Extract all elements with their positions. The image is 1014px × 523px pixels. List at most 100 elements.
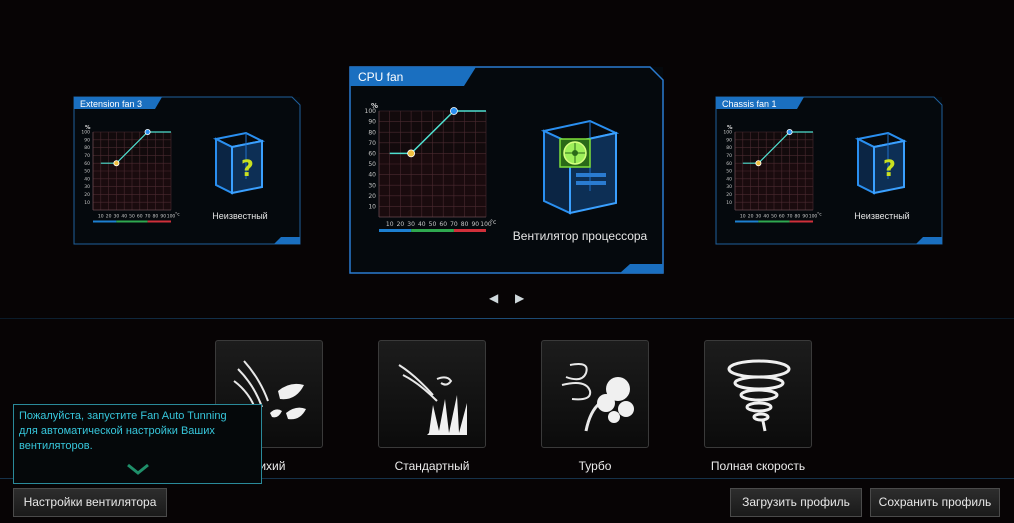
y-tick-label: 20 bbox=[368, 193, 376, 200]
x-tick-label: 70 bbox=[787, 214, 793, 220]
y-tick-label: 70 bbox=[726, 153, 732, 159]
x-tick-label: 30 bbox=[756, 214, 762, 220]
mode-full-speed-label: Полная скорость bbox=[710, 459, 806, 473]
y-tick-label: 70 bbox=[84, 153, 90, 159]
fan-settings-button[interactable]: Настройки вентилятора bbox=[13, 488, 167, 517]
card-title: Extension fan 3 bbox=[80, 99, 143, 109]
y-tick-label: 60 bbox=[84, 161, 90, 167]
temperature-bar-green bbox=[758, 220, 790, 223]
y-tick-label: 50 bbox=[726, 169, 732, 175]
mode-full-speed-button[interactable] bbox=[704, 340, 812, 448]
curve-handle-high[interactable] bbox=[786, 129, 793, 135]
y-tick-label: 40 bbox=[368, 172, 376, 179]
card-title: CPU fan bbox=[358, 70, 404, 84]
card-title: Chassis fan 1 bbox=[722, 99, 777, 109]
temperature-bar-red bbox=[453, 229, 486, 232]
temperature-bar-red bbox=[147, 220, 171, 223]
unknown-fan-icon: ? bbox=[206, 131, 268, 202]
x-tick-label: 90 bbox=[160, 214, 166, 220]
x-tick-label: 30 bbox=[407, 221, 415, 228]
curve-handle-low[interactable] bbox=[113, 160, 120, 167]
y-tick-label: 80 bbox=[726, 145, 732, 151]
x-unit-label: °c bbox=[817, 212, 822, 218]
chevron-down-icon[interactable] bbox=[126, 463, 150, 477]
temperature-bar-blue bbox=[379, 229, 412, 232]
load-profile-button[interactable]: Загрузить профиль bbox=[730, 488, 862, 517]
y-tick-label: 30 bbox=[368, 182, 376, 189]
x-tick-label: 40 bbox=[763, 214, 769, 220]
y-tick-label: 80 bbox=[368, 129, 376, 136]
fan-status-label: Неизвестный bbox=[854, 211, 910, 221]
y-tick-label: 20 bbox=[84, 192, 90, 198]
y-tick-label: 10 bbox=[368, 204, 376, 211]
x-unit-label: °c bbox=[490, 219, 496, 226]
x-tick-label: 80 bbox=[795, 214, 801, 220]
x-tick-label: 60 bbox=[779, 214, 785, 220]
fan-curve-graph[interactable]: 10090807060504030201010 20 30 40 50 60 70 80 90 1… bbox=[361, 99, 501, 247]
y-tick-label: 90 bbox=[726, 137, 732, 143]
y-tick-label: 10 bbox=[84, 200, 90, 206]
x-tick-label: 40 bbox=[418, 221, 426, 228]
y-unit-label: % bbox=[727, 125, 733, 131]
y-tick-label: 90 bbox=[368, 119, 376, 126]
fan-card-extension-fan-3[interactable]: Extension fan 3 100 90 80 70 60 50 40 30 20 10 10 2… bbox=[73, 96, 301, 245]
unknown-fan-icon: ? bbox=[848, 131, 910, 202]
x-tick-label: 10 bbox=[98, 214, 104, 220]
x-tick-label: 20 bbox=[397, 221, 405, 228]
x-tick-label: 70 bbox=[450, 221, 458, 228]
curve-handle-low[interactable] bbox=[407, 149, 415, 158]
y-tick-label: 90 bbox=[84, 137, 90, 143]
y-tick-label: 40 bbox=[84, 176, 90, 182]
tooltip-line: вентиляторов. bbox=[19, 440, 93, 452]
temperature-bar-blue bbox=[735, 220, 759, 223]
fan-status-label: Неизвестный bbox=[212, 211, 268, 221]
svg-text:?: ? bbox=[883, 157, 896, 182]
standard-icon bbox=[398, 364, 467, 435]
y-tick-label: 10 bbox=[726, 200, 732, 206]
y-tick-label: 50 bbox=[368, 161, 376, 168]
x-tick-label: 30 bbox=[114, 214, 120, 220]
x-tick-label: 10 bbox=[740, 214, 746, 220]
x-tick-label: 60 bbox=[439, 221, 447, 228]
temperature-bar-blue bbox=[93, 220, 117, 223]
mode-standard-button[interactable] bbox=[378, 340, 486, 448]
fan-curve-graph[interactable]: 10090807060504030201010 20 30 40 50 60 70 80 90 1… bbox=[722, 123, 826, 226]
auto-tuning-tooltip: Пожалуйста, запустите Fan Auto Tunning д… bbox=[13, 404, 262, 484]
mode-standard-label: Стандартный bbox=[394, 459, 470, 473]
divider bbox=[0, 318, 1014, 319]
tooltip-line: Пожалуйста, запустите Fan Auto Tunning bbox=[19, 410, 227, 422]
svg-text:?: ? bbox=[241, 157, 254, 182]
x-tick-label: 90 bbox=[471, 221, 479, 228]
save-profile-button[interactable]: Сохранить профиль bbox=[870, 488, 1000, 517]
temperature-bar-green bbox=[116, 220, 148, 223]
x-tick-label: 70 bbox=[145, 214, 151, 220]
y-unit-label: % bbox=[371, 102, 378, 110]
full-speed-icon bbox=[727, 359, 791, 432]
y-unit-label: % bbox=[85, 125, 91, 131]
y-tick-label: 20 bbox=[726, 192, 732, 198]
curve-handle-high[interactable] bbox=[144, 129, 151, 135]
mode-turbo-button[interactable] bbox=[541, 340, 649, 448]
x-tick-label: 80 bbox=[153, 214, 159, 220]
curve-handle-high[interactable] bbox=[450, 107, 458, 115]
x-unit-label: °c bbox=[175, 212, 180, 218]
next-arrow-button[interactable]: ▶ bbox=[515, 291, 524, 305]
fan-card-cpu-fan[interactable]: CPU fan 100 90 80 70 60 50 40 30 20 10 10 20 30 40 50 6… bbox=[349, 66, 664, 274]
y-tick-label: 60 bbox=[368, 151, 376, 158]
x-tick-label: 50 bbox=[129, 214, 135, 220]
fan-card-chassis-fan-1[interactable]: Chassis fan 1 100 90 80 70 60 50 40 30 20 10 10 20 3… bbox=[715, 96, 943, 245]
x-tick-label: 60 bbox=[137, 214, 143, 220]
y-tick-label: 50 bbox=[84, 169, 90, 175]
x-tick-label: 80 bbox=[461, 221, 469, 228]
x-tick-label: 10 bbox=[386, 221, 394, 228]
x-tick-label: 90 bbox=[802, 214, 808, 220]
prev-arrow-button[interactable]: ◀ bbox=[489, 291, 498, 305]
curve-handle-low[interactable] bbox=[755, 160, 762, 167]
mode-turbo-label: Турбо bbox=[578, 459, 612, 473]
turbo-icon bbox=[561, 363, 634, 432]
y-tick-label: 60 bbox=[726, 161, 732, 167]
y-tick-label: 30 bbox=[84, 184, 90, 190]
fan-curve-graph[interactable]: 10090807060504030201010 20 30 40 50 60 70 80 90 1… bbox=[80, 123, 184, 226]
temperature-bar-red bbox=[789, 220, 813, 223]
tooltip-line: для автоматической настройки Ваших bbox=[19, 425, 215, 437]
